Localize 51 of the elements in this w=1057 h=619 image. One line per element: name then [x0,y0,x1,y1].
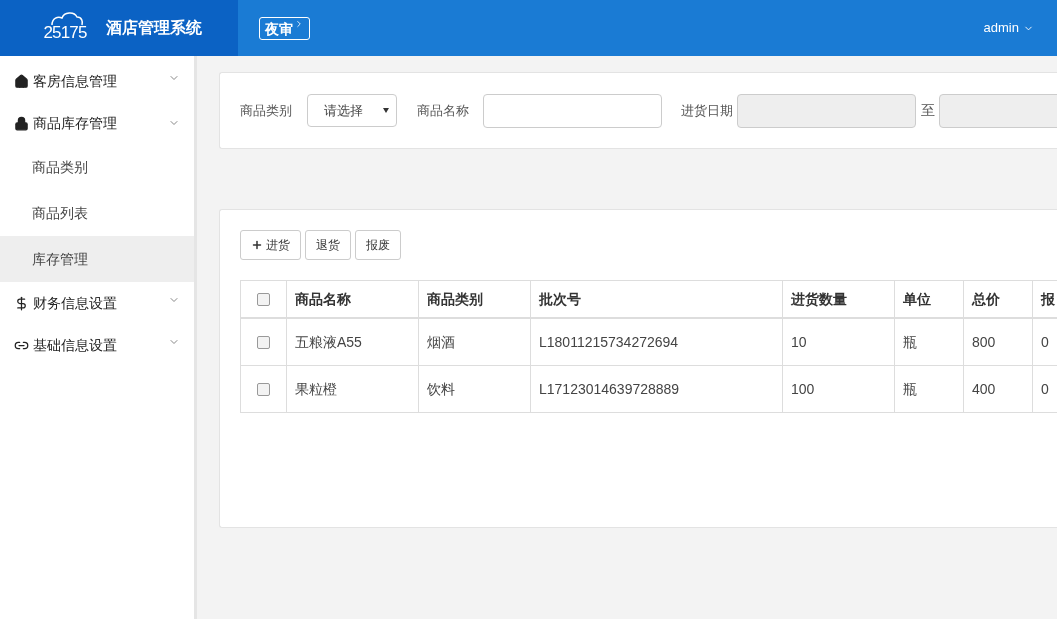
table-cell: 0 [1033,319,1057,365]
column-header: 批次号 [531,281,783,317]
category-select[interactable]: 请选择 [307,94,397,127]
sidebar-item[interactable]: 商品库存管理 [0,102,194,144]
row-checkbox[interactable] [257,382,270,396]
app-title: 酒店管理系统 [106,18,202,38]
table-cell: 800 [964,319,1033,365]
table-cell: L18011215734272694 [531,319,783,365]
sidebar-item[interactable]: 财务信息设置 [0,282,194,324]
table-cell: 烟酒 [419,319,531,365]
table-cell: 10 [783,319,895,365]
name-field[interactable] [483,93,662,128]
table-cell: 果粒橙 [287,366,419,412]
table-cell: 100 [783,366,895,412]
filter-label: 进货日期 [681,101,733,120]
table-cell: 瓶 [895,319,964,365]
filter-label: 商品类别 [240,101,292,120]
chevron-right-icon [294,18,304,29]
table-cell: 瓶 [895,366,964,412]
table-cell: 0 [1033,366,1057,412]
column-header: 进货数量 [783,281,895,317]
sidebar-item[interactable]: 基础信息设置 [0,324,194,366]
lock-icon [14,115,29,131]
toolbar-button[interactable]: 退货 [305,230,351,260]
submenu-item[interactable]: 商品类别 [0,144,194,190]
select-all-checkbox[interactable] [257,292,270,306]
column-header: 单位 [895,281,964,317]
cloud-logo: 25175 [40,8,90,48]
column-header: 总价 [964,281,1033,317]
dollar-icon [14,295,29,311]
filter-label: 商品名称 [417,101,469,120]
home-icon [14,73,29,89]
table-cell: 五粮液A55 [287,319,419,365]
cloud-icon [50,10,84,26]
submenu-item[interactable]: 库存管理 [0,236,194,282]
column-header: 商品名称 [287,281,419,317]
column-header: 报 [1033,281,1057,317]
user-menu[interactable]: admin [983,18,1034,38]
toolbar-button[interactable]: 报废 [355,230,401,260]
date-separator: 至 [921,101,935,120]
row-checkbox[interactable] [257,335,270,349]
table-cell: 饮料 [419,366,531,412]
sidebar-item[interactable]: 客房信息管理 [0,60,194,102]
toolbar-button[interactable]: 进货 [240,230,301,260]
table-cell: L17123014639728889 [531,366,783,412]
dropdown-caret-icon [383,108,389,113]
submenu-item[interactable]: 商品列表 [0,190,194,236]
plus-icon [251,239,263,251]
night-audit-button[interactable]: 夜审 [259,16,310,40]
column-header: 商品类别 [419,281,531,317]
table-cell: 400 [964,366,1033,412]
